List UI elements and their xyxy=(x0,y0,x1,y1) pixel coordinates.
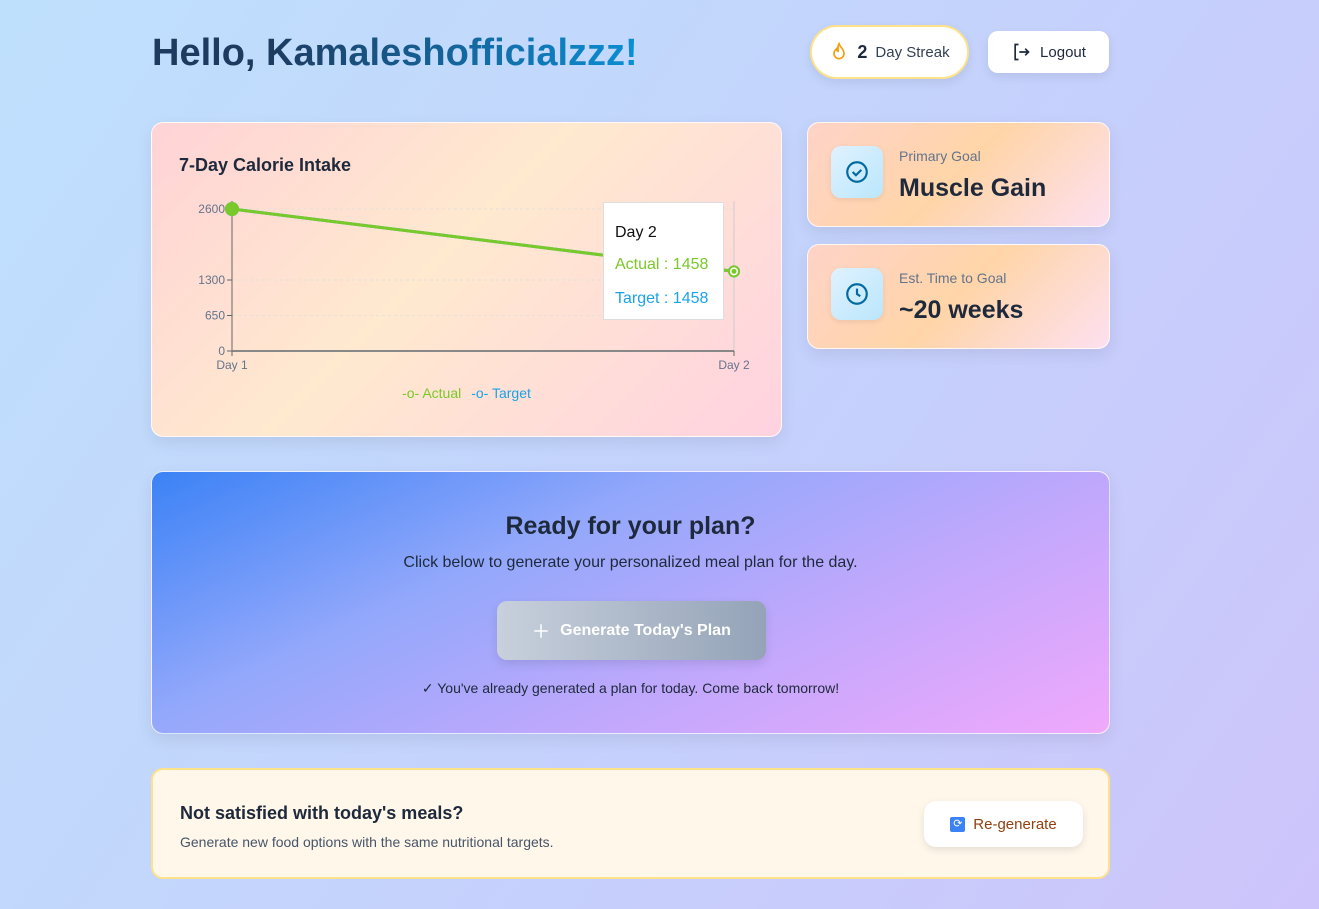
legend-target-label: Target xyxy=(491,385,531,401)
tooltip-actual: Actual : 1458 xyxy=(615,256,709,273)
check-circle-icon xyxy=(831,146,883,198)
primary-goal-card: Primary Goal Muscle Gain xyxy=(807,122,1110,227)
generate-plan-button[interactable]: Generate Today's Plan xyxy=(497,601,766,660)
y-tick-label: 0 xyxy=(218,344,225,358)
regenerate-label: Re-generate xyxy=(973,815,1057,833)
tooltip-target: Target : 1458 xyxy=(615,290,709,307)
regenerate-card: Not satisfied with today's meals? Genera… xyxy=(151,768,1110,879)
streak-badge: 2 Day Streak xyxy=(810,25,969,79)
streak-count: 2 xyxy=(857,41,868,62)
chart-tooltip: Day 2 Actual : 1458 Target : 1458 xyxy=(603,202,724,320)
calorie-chart-card: 7-Day Calorie Intake 0 650 1300 2600 Day 1 Da… xyxy=(151,122,782,437)
goal-value: Muscle Gain xyxy=(899,174,1047,202)
generate-plan-label: Generate Today's Plan xyxy=(560,621,731,639)
y-tick-label: 1300 xyxy=(198,273,225,287)
regen-title: Not satisfied with today's meals? xyxy=(180,803,464,823)
x-tick-label: Day 1 xyxy=(216,358,248,372)
legend-actual[interactable]: -o- Actual xyxy=(402,385,461,401)
regen-subtitle: Generate new food options with the same … xyxy=(180,834,554,850)
username: Kamaleshofficialzzz! xyxy=(266,32,638,74)
logout-icon xyxy=(1014,43,1030,61)
flame-icon xyxy=(833,41,846,60)
greeting-text: Hello, xyxy=(152,32,267,74)
data-point-center xyxy=(731,268,737,274)
plan-title: Ready for your plan? xyxy=(505,512,756,540)
greeting-heading: Hello, Kamaleshofficialzzz! xyxy=(152,32,638,75)
time-to-goal-card: Est. Time to Goal ~20 weeks xyxy=(807,244,1110,349)
clock-icon xyxy=(831,268,883,320)
plus-icon xyxy=(534,623,548,638)
y-tick-label: 2600 xyxy=(198,202,225,216)
legend-actual-label: Actual xyxy=(422,385,462,401)
plan-note: ✓ You've already generated a plan for to… xyxy=(421,680,840,696)
goal-label: Primary Goal xyxy=(899,148,981,164)
refresh-icon: ⟳ xyxy=(950,816,966,832)
logout-label: Logout xyxy=(1040,43,1086,61)
x-tick-label: Day 2 xyxy=(718,358,750,372)
streak-label: Day Streak xyxy=(875,43,950,61)
y-tick-label: 650 xyxy=(205,309,225,323)
tooltip-title: Day 2 xyxy=(615,224,657,241)
time-label: Est. Time to Goal xyxy=(899,270,1007,286)
time-value: ~20 weeks xyxy=(899,296,1024,324)
logout-button[interactable]: Logout xyxy=(988,31,1109,73)
chart-legend: -o- Actual -o- Target xyxy=(152,385,781,401)
plan-subtitle: Click below to generate your personalize… xyxy=(403,554,858,571)
data-point-actual xyxy=(225,202,239,216)
legend-target[interactable]: -o- Target xyxy=(471,385,531,401)
regenerate-button[interactable]: ⟳ Re-generate xyxy=(924,801,1083,847)
plan-card: Ready for your plan? Click below to gene… xyxy=(151,471,1110,734)
